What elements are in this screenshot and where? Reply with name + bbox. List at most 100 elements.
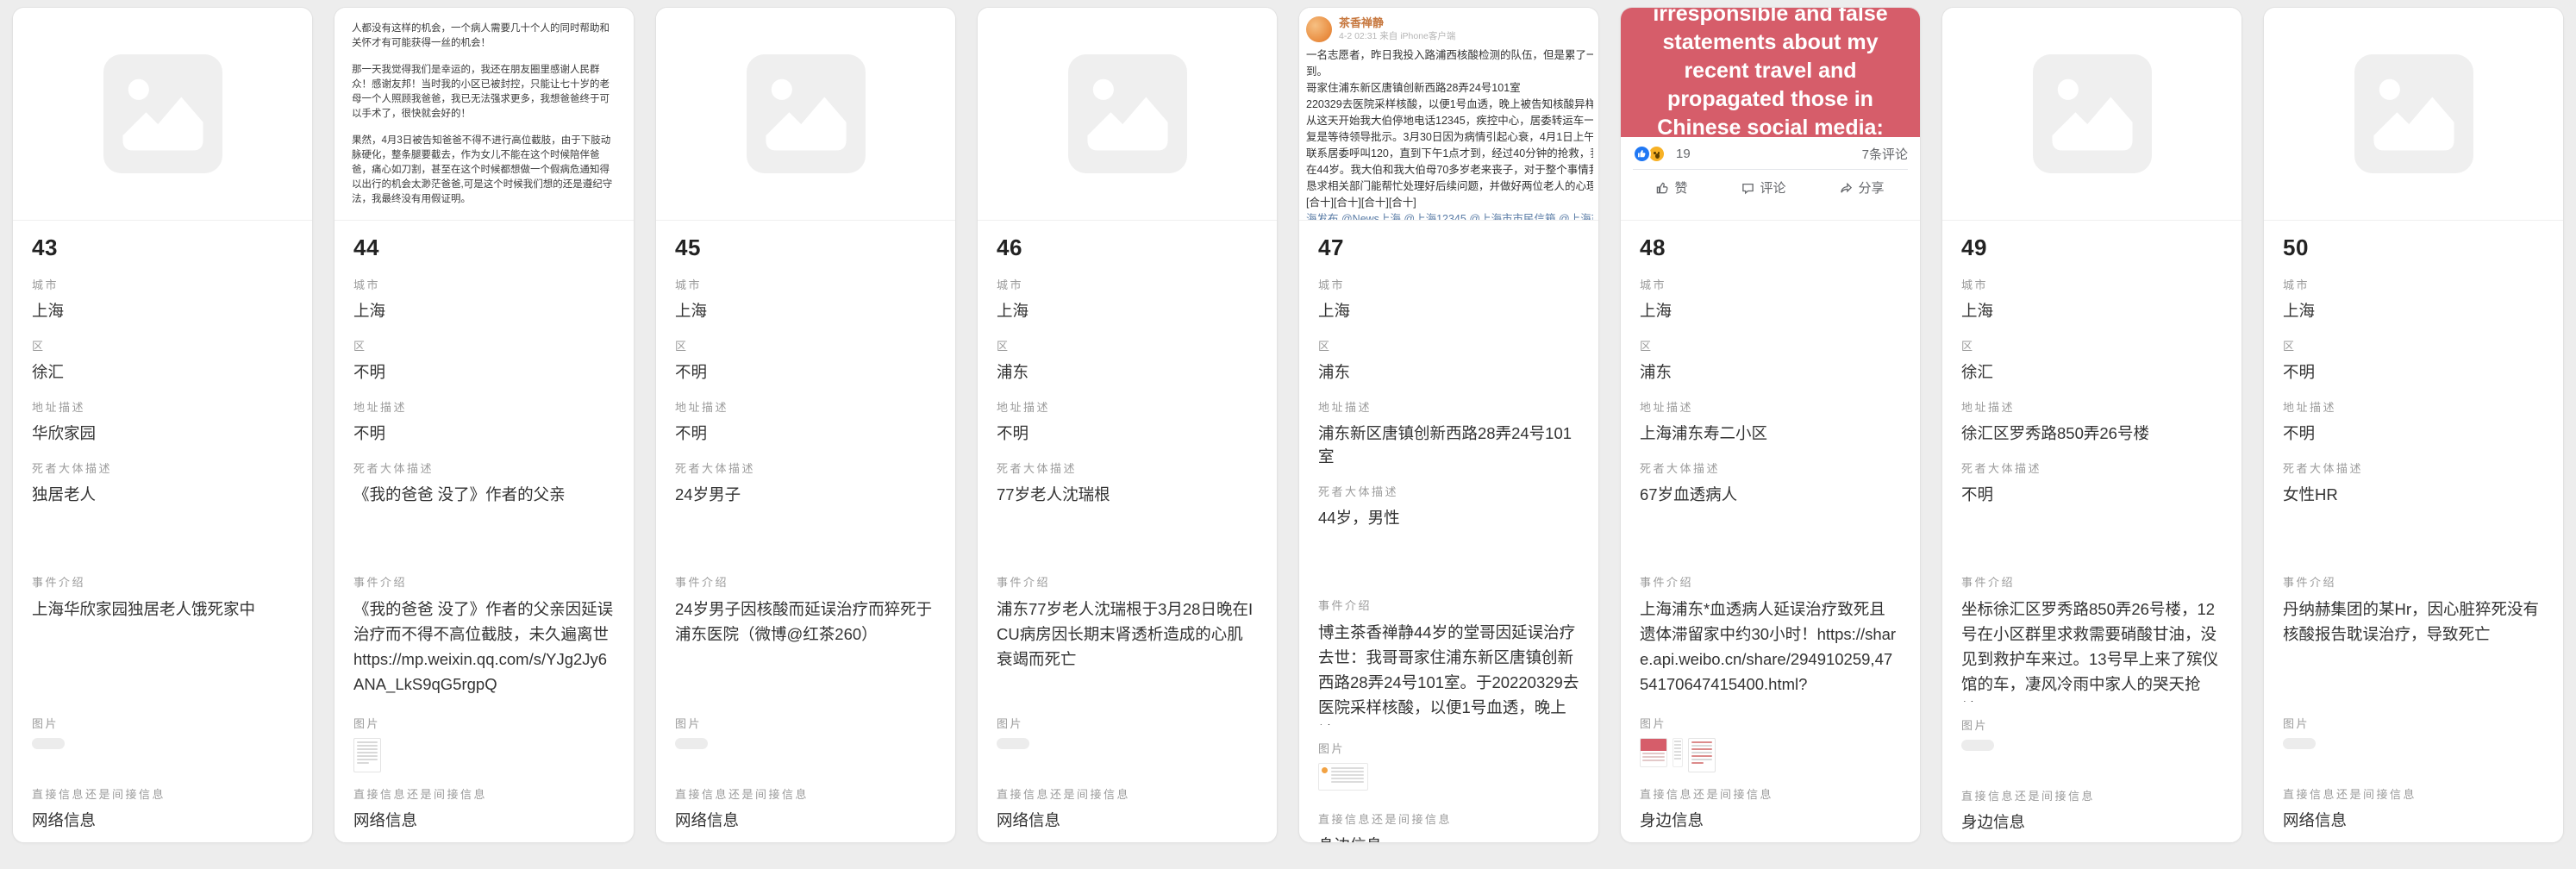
record-card[interactable]: 人都没有这样的机会，一个病人需要几十个人的同时帮助和关怀才有可能获得一丝的机会！… [334,7,635,843]
field-label: 城市 [32,278,293,292]
image-thumbnail-row [675,738,936,771]
empty-image-placeholder [32,738,65,749]
fb-like-icon [1656,180,1669,195]
article-paragraph: 果然，4月3日被告知爸爸不得不进行高位截肢，由于下肢动脉硬化，整条腿要截去，作为… [352,134,616,207]
field-value: 77岁老人沈瑞根 [997,483,1258,559]
image-thumbnail-row [1640,738,1901,771]
weibo-post-header: 茶香禅静4-2 02:31 来自 iPhone客户端 [1306,16,1593,42]
field-label: 图片 [32,717,293,731]
photo-placeholder-wrap [1942,8,2241,220]
field-direct: 直接信息还是间接信息 网络信息 [675,788,936,832]
field-address: 地址描述 不明 [353,401,615,445]
empty-image-placeholder [1961,740,1994,751]
field-value: 《我的爸爸 没了》作者的父亲 [353,483,615,559]
field-label: 直接信息还是间接信息 [1640,788,1901,802]
field-label: 图片 [1961,719,2223,733]
facebook-post: irresponsible and false statements about… [1621,8,1920,197]
avatar-dot [1322,767,1328,773]
record-number: 44 [353,234,615,261]
record-card[interactable]: 46 城市 上海 区 浦东 地址描述 不明 死者大体描述 77岁老人沈瑞根 事件… [977,7,1278,843]
field-district: 区 不明 [353,340,615,384]
field-city: 城市 上海 [1961,278,2223,322]
field-value: 身边信息 [1318,834,1579,842]
weibo-body-line: 220329去医院采样核酸，以便1号血透，晚上被告知核酸异样，等待转移 [1306,97,1593,113]
field-label: 事件介绍 [353,576,615,590]
weibo-name-block: 茶香禅静4-2 02:31 来自 iPhone客户端 [1339,16,1455,42]
field-deceased: 死者大体描述 《我的爸爸 没了》作者的父亲 [353,462,615,559]
field-value: 华欣家园 [32,422,293,445]
weibo-username: 茶香禅静 [1339,16,1455,29]
card-body: 45 城市 上海 区 不明 地址描述 不明 死者大体描述 24岁男子 事件介绍 … [656,221,955,842]
facebook-action-row: 赞评论分享 [1621,170,1920,197]
photo-placeholder-icon [1068,54,1187,173]
field-label: 区 [1640,340,1901,353]
field-event: 事件介绍 浦东77岁老人沈瑞根于3月28日晚在ICU病房因长期末肾透析造成的心肌… [997,576,1258,700]
field-label: 区 [32,340,293,353]
record-card[interactable]: 50 城市 上海 区 不明 地址描述 不明 死者大体描述 女性HR 事件介绍 丹… [2263,7,2564,843]
field-label: 死者大体描述 [675,462,936,476]
field-value: 上海 [997,299,1258,322]
facebook-post-thumbnail [1640,738,1667,767]
field-label: 直接信息还是间接信息 [32,788,293,802]
field-image: 图片 [1961,719,2223,772]
field-address: 地址描述 不明 [2283,401,2544,445]
weibo-body-line: 联系居委呼叫120，直到下午1点才到，经过40分钟的抢救，我哥的生命 [1306,146,1593,162]
field-value: 上海 [1640,299,1901,322]
field-value: 女性HR [2283,483,2544,559]
field-value: 博主茶香禅静44岁的堂哥因延误治疗去世：我哥哥家住浦东新区唐镇创新西路28弄24… [1318,620,1579,725]
card-body: 43 城市 上海 区 徐汇 地址描述 华欣家园 死者大体描述 独居老人 事件介绍… [13,221,312,842]
field-label: 事件介绍 [2283,576,2544,590]
field-value: 不明 [2283,360,2544,384]
like-reaction-icon [1633,145,1651,163]
field-value: 上海浦东*血透病人延误治疗致死且遗体滞留家中约30小时！https://shar… [1640,597,1901,700]
record-card[interactable]: 49 城市 上海 区 徐汇 地址描述 徐汇区罗秀路850弄26号楼 死者大体描述… [1941,7,2242,843]
photo-placeholder-icon [103,54,222,173]
weibo-body-line: 从这天开始我大伯停地电话12345，疾控中心，居委转运车一直不来。永 [1306,113,1593,129]
fb-action-label: 分享 [1858,178,1884,197]
field-district: 区 浦东 [1640,340,1901,384]
record-number: 46 [997,234,1258,261]
record-card[interactable]: 43 城市 上海 区 徐汇 地址描述 华欣家园 死者大体描述 独居老人 事件介绍… [12,7,313,843]
field-value: 不明 [353,422,615,445]
field-direct: 直接信息还是间接信息 网络信息 [2283,788,2544,832]
document-strip-thumbnail [1673,738,1683,767]
field-value: 徐汇 [32,360,293,384]
field-value: 不明 [1961,483,2223,559]
field-district: 区 徐汇 [32,340,293,384]
field-value: 上海浦东寿二小区 [1640,422,1901,445]
article-paragraph: 那一天我觉得我们是幸运的，我还在朋友圈里感谢人民群众！感谢友邦！当时我的小区已被… [352,63,616,122]
weibo-mention-links[interactable]: 海发布 @News上海 @上海12345 @上海市市民信箱 @上海市志愿者协会 [1306,211,1593,221]
field-value: 独居老人 [32,483,293,559]
field-event: 事件介绍 丹纳赫集团的某Hr，因心脏猝死没有核酸报告耽误治疗，导致死亡 [2283,576,2544,700]
field-value: 坐标徐汇区罗秀路850弄26号楼，12号在小区群里求救需要硝酸甘油，没见到救护车… [1961,597,2223,702]
field-event: 事件介绍 上海浦东*血透病人延误治疗致死且遗体滞留家中约30小时！https:/… [1640,576,1901,700]
document-thumbnail [1688,738,1716,772]
photo-placeholder-icon [2033,54,2152,173]
field-event: 事件介绍 坐标徐汇区罗秀路850弄26号楼，12号在小区群里求救需要硝酸甘油，没… [1961,576,2223,702]
field-label: 事件介绍 [32,576,293,590]
article-paragraph: 人都没有这样的机会，一个病人需要几十个人的同时帮助和关怀才有可能获得一丝的机会！ [352,22,616,51]
field-city: 城市 上海 [2283,278,2544,322]
field-value: 网络信息 [997,809,1258,832]
field-direct: 直接信息还是间接信息 身边信息 [1318,813,1579,842]
field-label: 地址描述 [997,401,1258,415]
field-label: 区 [1318,340,1579,353]
record-card[interactable]: irresponsible and false statements about… [1620,7,1921,843]
field-label: 死者大体描述 [1961,462,2223,476]
fb-comment-icon [1741,180,1754,195]
field-district: 区 徐汇 [1961,340,2223,384]
field-value: 丹纳赫集团的某Hr，因心脏猝死没有核酸报告耽误治疗，导致死亡 [2283,597,2544,700]
field-label: 区 [2283,340,2544,353]
record-card[interactable]: 45 城市 上海 区 不明 地址描述 不明 死者大体描述 24岁男子 事件介绍 … [655,7,956,843]
fb-action-label: 评论 [1760,178,1785,197]
field-value: 网络信息 [675,809,936,832]
field-event: 事件介绍 《我的爸爸 没了》作者的父亲因延误治疗而不得不高位截肢，未久遍离世 h… [353,576,615,700]
weibo-post: 茶香禅静4-2 02:31 来自 iPhone客户端一名志愿者，昨日我投入路浦西… [1299,8,1598,221]
record-card[interactable]: 茶香禅静4-2 02:31 来自 iPhone客户端一名志愿者，昨日我投入路浦西… [1298,7,1599,843]
field-value: 上海 [1961,299,2223,322]
field-value: 不明 [997,422,1258,445]
photo-placeholder-wrap [656,8,955,220]
facebook-post-text: irresponsible and false statements about… [1638,8,1903,137]
field-label: 地址描述 [1640,401,1901,415]
fb-action-share: 分享 [1840,178,1884,197]
